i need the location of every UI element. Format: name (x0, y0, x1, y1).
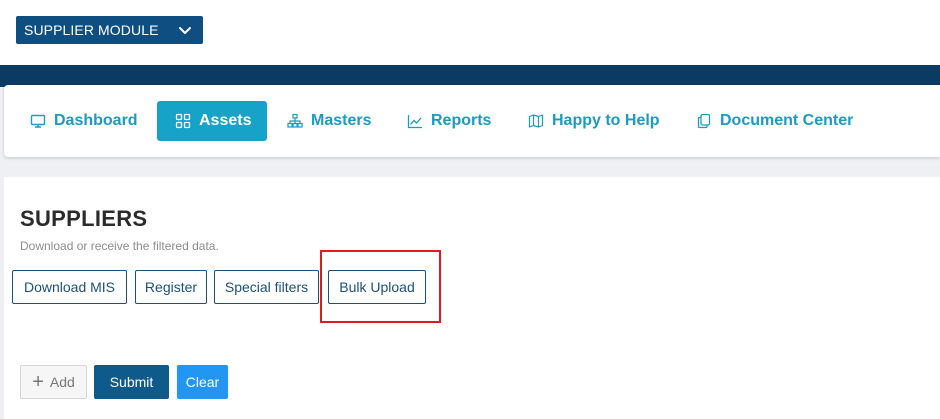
sitemap-icon (287, 113, 303, 128)
plus-icon: + (32, 371, 44, 393)
documents-icon (697, 113, 711, 129)
nav-item-masters[interactable]: Masters (287, 101, 371, 141)
grid-icon (175, 113, 191, 129)
module-selector-label: SUPPLIER MODULE (24, 22, 159, 38)
clear-button[interactable]: Clear (177, 365, 228, 399)
header-band (0, 65, 940, 87)
nav-item-document-center[interactable]: Document Center (696, 101, 853, 141)
module-selector[interactable]: SUPPLIER MODULE (16, 16, 203, 44)
nav-item-happy-to-help[interactable]: Happy to Help (528, 101, 660, 141)
nav-item-label: Happy to Help (552, 112, 660, 129)
line-chart-icon (407, 115, 422, 129)
nav-item-dashboard[interactable]: Dashboard (30, 101, 138, 141)
nav-item-label: Assets (199, 112, 252, 129)
nav-item-reports[interactable]: Reports (407, 101, 491, 141)
submit-button[interactable]: Submit (94, 365, 169, 399)
suppliers-panel: SUPPLIERS Download or receive the filter… (4, 177, 940, 419)
special-filters-button[interactable]: Special filters (214, 270, 319, 304)
nav-item-label: Document Center (720, 112, 854, 129)
download-mis-button[interactable]: Download MIS (12, 270, 127, 304)
add-button-label: Add (49, 374, 75, 390)
monitor-icon (30, 114, 46, 128)
chevron-down-icon (179, 27, 191, 34)
nav-item-label: Dashboard (54, 112, 138, 129)
nav-item-label: Masters (311, 112, 372, 129)
add-button[interactable]: + Add (20, 365, 87, 399)
highlight-box (320, 250, 441, 323)
page-subtitle: Download or receive the filtered data. (20, 239, 219, 253)
nav-item-assets[interactable]: Assets (157, 101, 268, 141)
register-button[interactable]: Register (135, 270, 207, 304)
map-icon (528, 114, 544, 128)
main-nav: Dashboard Assets Masters Reports Happy t… (4, 85, 940, 157)
nav-item-label: Reports (431, 112, 492, 129)
page-title: SUPPLIERS (20, 206, 148, 231)
